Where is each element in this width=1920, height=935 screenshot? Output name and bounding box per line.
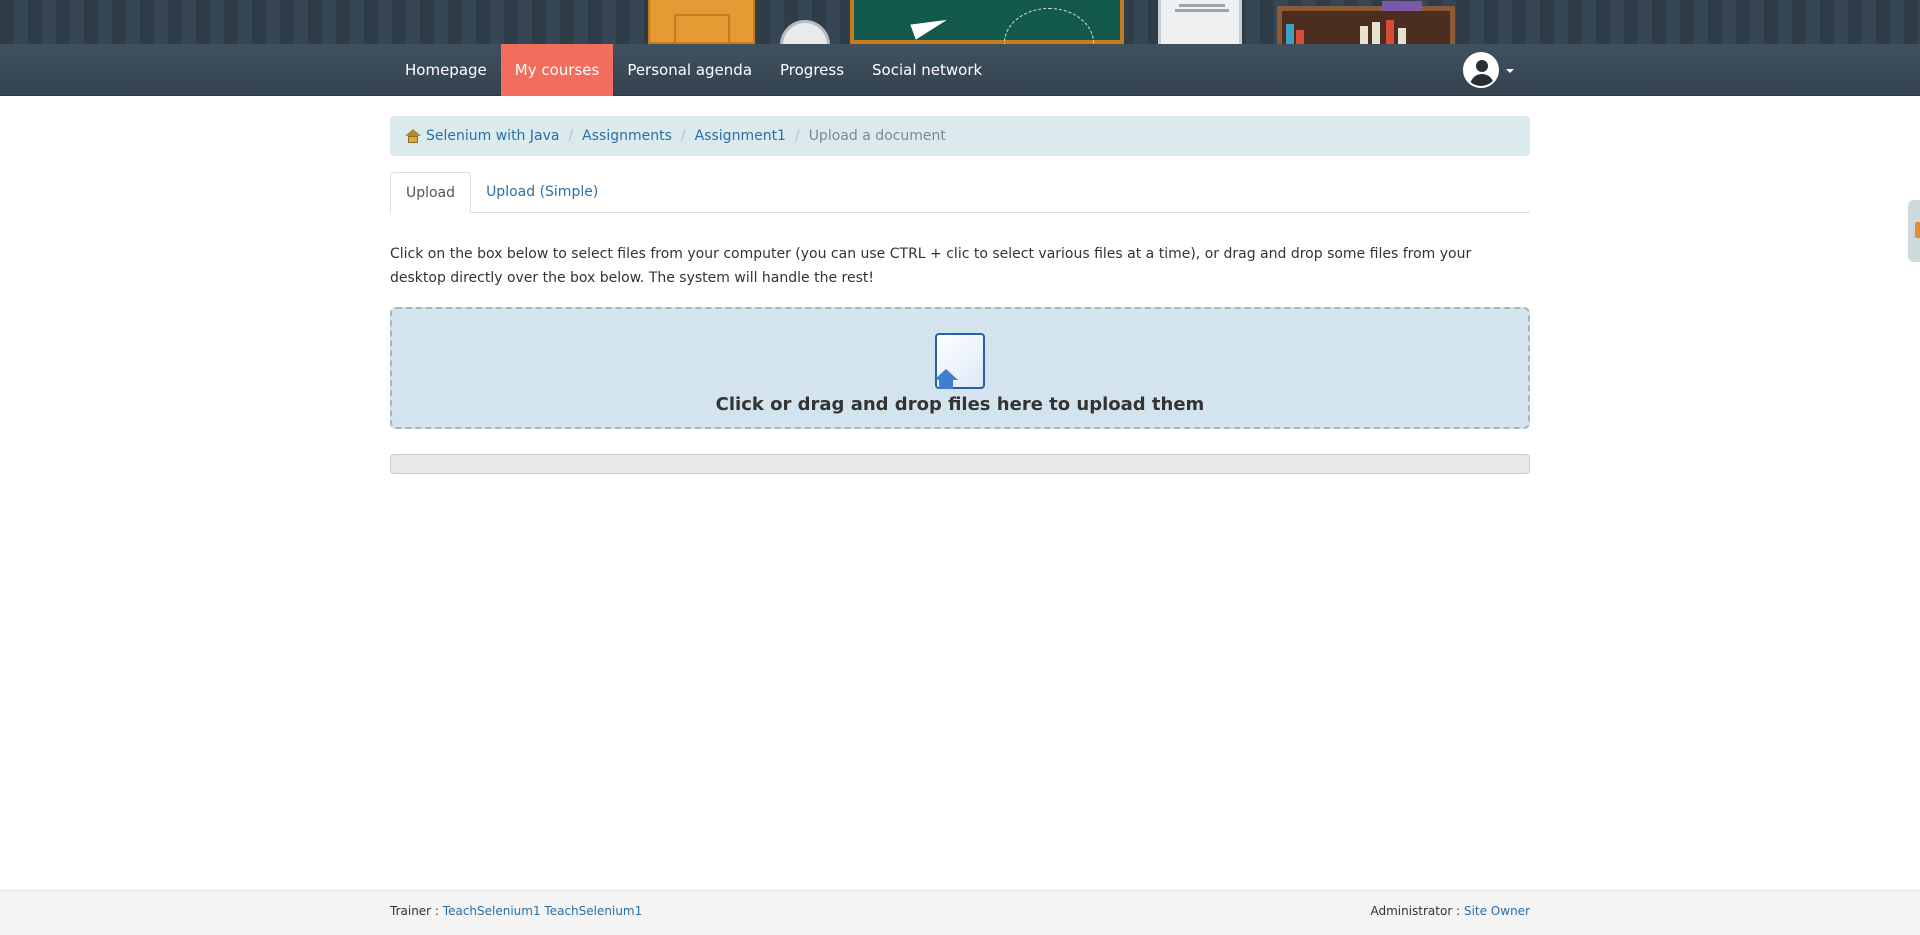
user-avatar-icon[interactable] — [1463, 52, 1499, 88]
breadcrumb-current: Upload a document — [808, 128, 946, 144]
home-icon — [405, 129, 421, 143]
breadcrumb-assignment[interactable]: Assignment1 — [695, 128, 786, 144]
banner-bookshelf-illustration — [1277, 1, 1455, 44]
side-panel-toggle[interactable] — [1908, 200, 1920, 262]
trainer-label: Trainer : — [390, 904, 439, 918]
tab-upload[interactable]: Upload — [390, 172, 472, 213]
header-banner — [0, 0, 1920, 44]
upload-document-icon — [934, 333, 985, 389]
banner-door-illustration — [648, 0, 755, 44]
breadcrumb-separator: / — [794, 128, 800, 144]
main-nav: Homepage My courses Personal agenda Prog… — [391, 44, 996, 96]
nav-progress[interactable]: Progress — [766, 44, 858, 96]
upload-tabs: Upload Upload (Simple) — [390, 172, 1530, 213]
drop-zone-label: Click or drag and drop files here to upl… — [715, 394, 1205, 415]
main-navbar: Homepage My courses Personal agenda Prog… — [0, 44, 1920, 96]
tab-upload-simple[interactable]: Upload (Simple) — [471, 172, 613, 213]
administrator-label: Administrator : — [1370, 904, 1461, 918]
breadcrumb-separator: / — [680, 128, 686, 144]
trainer-link[interactable]: TeachSelenium1 TeachSelenium1 — [443, 904, 642, 918]
breadcrumb: Selenium with Java / Assignments / Assig… — [390, 116, 1530, 156]
administrator-link[interactable]: Site Owner — [1464, 904, 1530, 918]
caret-down-icon[interactable] — [1506, 69, 1514, 73]
file-drop-zone[interactable]: Click or drag and drop files here to upl… — [390, 307, 1530, 429]
breadcrumb-course[interactable]: Selenium with Java — [426, 128, 559, 144]
footer-administrator: Administrator : Site Owner — [1370, 904, 1530, 918]
upload-instructions: Click on the box below to select files f… — [390, 246, 1472, 286]
banner-clock-illustration — [780, 20, 830, 44]
nav-personal-agenda[interactable]: Personal agenda — [613, 44, 766, 96]
banner-paper-illustration — [1158, 0, 1242, 44]
breadcrumb-separator: / — [568, 128, 574, 144]
banner-chalkboard-illustration — [850, 0, 1124, 44]
nav-social-network[interactable]: Social network — [858, 44, 996, 96]
breadcrumb-assignments[interactable]: Assignments — [582, 128, 672, 144]
footer: Trainer : TeachSelenium1 TeachSelenium1 … — [0, 890, 1920, 935]
footer-trainer: Trainer : TeachSelenium1 TeachSelenium1 — [390, 904, 642, 918]
upload-progress-bar — [390, 454, 1530, 474]
nav-homepage[interactable]: Homepage — [391, 44, 501, 96]
nav-my-courses[interactable]: My courses — [500, 44, 614, 96]
